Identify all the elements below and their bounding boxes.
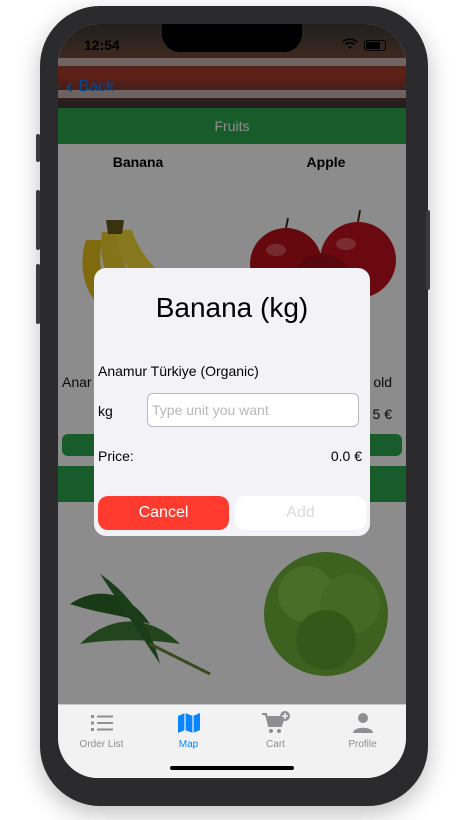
phone-side-button bbox=[36, 190, 40, 250]
tab-profile[interactable]: Profile bbox=[319, 711, 406, 750]
add-to-cart-dialog: Banana (kg) Anamur Türkiye (Organic) kg … bbox=[94, 268, 370, 536]
add-button-label: Add bbox=[286, 504, 315, 521]
list-icon bbox=[58, 711, 145, 735]
tab-map[interactable]: Map bbox=[145, 711, 232, 750]
tab-label: Order List bbox=[79, 739, 124, 750]
tab-order-list[interactable]: Order List bbox=[58, 711, 145, 750]
unit-input[interactable] bbox=[147, 393, 359, 427]
cancel-button-label: Cancel bbox=[138, 504, 189, 521]
phone-side-button bbox=[36, 134, 40, 162]
app-screen: 12:54 ‹ Back Fruits Banana Apple Anar ol… bbox=[58, 24, 406, 778]
tab-label: Cart bbox=[266, 739, 285, 750]
phone-power-button bbox=[426, 210, 430, 290]
tab-cart[interactable]: Cart bbox=[232, 711, 319, 750]
map-icon bbox=[145, 711, 232, 735]
phone-side-button bbox=[36, 264, 40, 324]
dialog-origin: Anamur Türkiye (Organic) bbox=[98, 363, 259, 379]
tab-label: Map bbox=[178, 739, 199, 750]
person-icon bbox=[319, 711, 406, 735]
price-label: Price: bbox=[98, 448, 134, 464]
home-indicator[interactable] bbox=[170, 766, 294, 770]
add-button[interactable]: Add bbox=[235, 496, 366, 530]
unit-label: kg bbox=[98, 403, 113, 419]
tab-label: Profile bbox=[348, 739, 377, 750]
price-value: 0.0 € bbox=[330, 448, 362, 464]
cancel-button[interactable]: Cancel bbox=[98, 496, 229, 530]
cart-plus-icon bbox=[232, 711, 319, 735]
dialog-title: Banana (kg) bbox=[155, 292, 309, 323]
